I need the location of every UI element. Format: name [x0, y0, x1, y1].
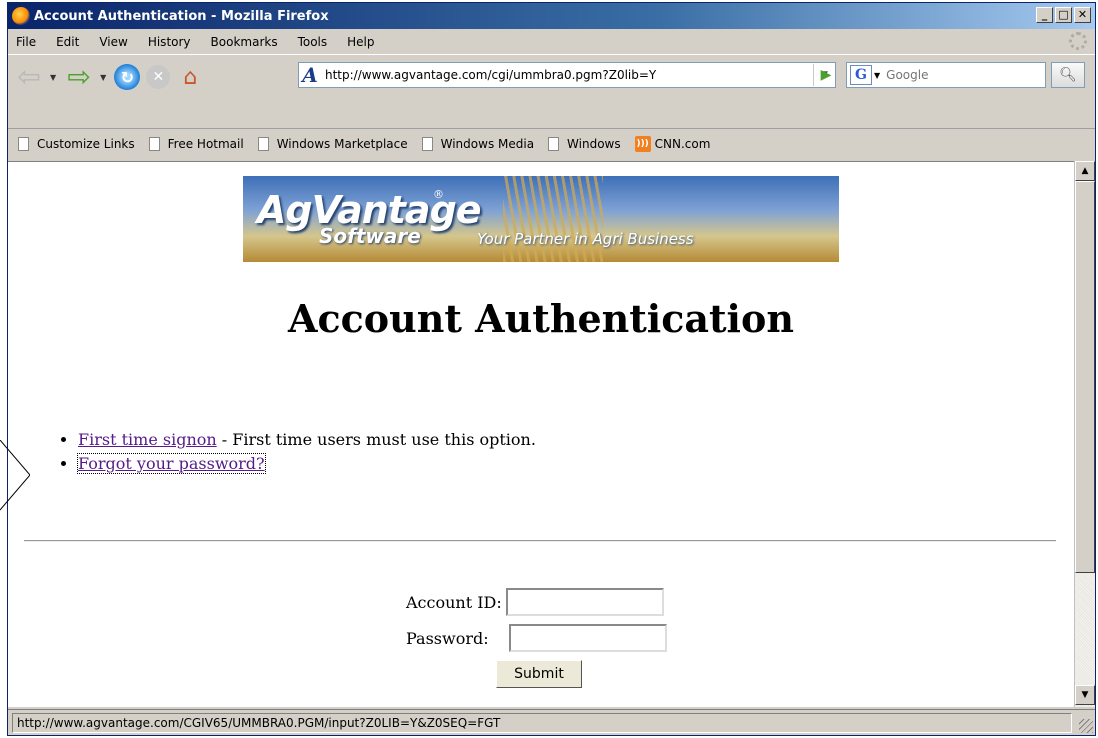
- bookmark-customize-links[interactable]: Customize Links: [18, 137, 135, 151]
- home-icon[interactable]: ⌂: [176, 64, 204, 90]
- navigation-toolbar: ⇦ ▼ ⇨ ▼ ↻ ✕ ⌂ A http://www.agvantage.com…: [8, 54, 1095, 130]
- banner-software: Software: [319, 224, 421, 248]
- bookmark-windows[interactable]: Windows: [548, 137, 621, 151]
- bookmark-windows-marketplace[interactable]: Windows Marketplace: [257, 137, 408, 151]
- menu-view[interactable]: View: [99, 35, 127, 49]
- banner-tagline: Your Partner in Agri Business: [477, 230, 694, 248]
- password-row: Password:: [406, 624, 667, 652]
- search-bar: G ▼: [846, 62, 1046, 88]
- title-bar: Account Authentication - Mozilla Firefox…: [8, 3, 1095, 29]
- account-id-field[interactable]: [505, 588, 664, 616]
- google-icon[interactable]: G: [850, 65, 872, 85]
- list-item: First time signon - First time users mus…: [78, 428, 536, 452]
- menu-bar: File Edit View History Bookmarks Tools H…: [8, 29, 1095, 54]
- page-icon: [548, 137, 560, 151]
- bookmark-label: Windows Marketplace: [276, 137, 408, 151]
- options-list: First time signon - First time users mus…: [58, 428, 536, 476]
- menu-edit[interactable]: Edit: [56, 35, 79, 49]
- password-field[interactable]: [508, 624, 667, 652]
- url-text[interactable]: http://www.agvantage.com/cgi/ummbra0.pgm…: [321, 68, 813, 82]
- menu-history[interactable]: History: [148, 35, 191, 49]
- page-title: Account Authentication: [288, 296, 794, 341]
- forgot-password-link[interactable]: Forgot your password?: [77, 453, 266, 474]
- status-text: http://www.agvantage.com/CGIV65/UMMBRA0.…: [12, 712, 1072, 733]
- firefox-icon: [12, 7, 30, 25]
- go-button-icon[interactable]: ▶: [814, 63, 838, 87]
- pointer-cursor-icon: [0, 440, 30, 511]
- maximize-button[interactable]: □: [1055, 7, 1072, 23]
- bookmark-label: Windows Media: [440, 137, 535, 151]
- browser-window: Account Authentication - Mozilla Firefox…: [7, 2, 1096, 736]
- submit-button[interactable]: Submit: [496, 660, 582, 688]
- search-engine-dropdown-icon[interactable]: ▼: [874, 71, 880, 80]
- rss-icon: ))): [634, 136, 651, 152]
- vertical-scrollbar[interactable]: ▲ ▼: [1074, 161, 1095, 707]
- back-arrow-icon[interactable]: ⇦: [14, 63, 44, 91]
- divider: [24, 540, 1056, 542]
- forward-arrow-icon[interactable]: ⇨: [64, 63, 94, 91]
- bookmark-label: Customize Links: [37, 137, 135, 151]
- stop-icon[interactable]: ✕: [146, 65, 171, 89]
- back-history-dropdown-icon[interactable]: ▼: [50, 73, 56, 82]
- account-id-label: Account ID:: [406, 592, 502, 612]
- reload-icon[interactable]: ↻: [114, 64, 141, 90]
- page-icon: [148, 137, 160, 151]
- url-bar[interactable]: A http://www.agvantage.com/cgi/ummbra0.p…: [298, 62, 836, 88]
- throbber-icon: [1069, 32, 1087, 50]
- menu-tools[interactable]: Tools: [298, 35, 328, 49]
- bookmark-free-hotmail[interactable]: Free Hotmail: [148, 137, 244, 151]
- resize-grip-icon[interactable]: [1079, 719, 1093, 733]
- forward-history-dropdown-icon[interactable]: ▼: [100, 73, 106, 82]
- first-time-description: - First time users must use this option.: [216, 430, 536, 449]
- search-input[interactable]: [884, 67, 1025, 83]
- first-time-signon-link[interactable]: First time signon: [78, 430, 217, 449]
- nav-buttons: ⇦ ▼ ⇨ ▼ ↻ ✕ ⌂: [14, 58, 210, 96]
- password-label: Password:: [406, 628, 489, 648]
- scroll-up-icon[interactable]: ▲: [1075, 161, 1095, 181]
- bookmark-label: Free Hotmail: [167, 137, 244, 151]
- bookmark-cnn[interactable]: ))) CNN.com: [634, 136, 711, 152]
- minimize-button[interactable]: _: [1036, 7, 1053, 23]
- menu-help[interactable]: Help: [347, 35, 374, 49]
- scroll-down-icon[interactable]: ▼: [1075, 685, 1095, 705]
- wheat-graphic: [503, 176, 603, 262]
- list-item: Forgot your password?: [77, 452, 536, 476]
- bookmark-windows-media[interactable]: Windows Media: [421, 137, 535, 151]
- menu-file[interactable]: File: [16, 35, 36, 49]
- account-row: Account ID:: [406, 588, 664, 616]
- page-icon: [18, 137, 29, 151]
- close-button[interactable]: ✕: [1074, 7, 1091, 23]
- window-title: Account Authentication - Mozilla Firefox: [34, 8, 329, 24]
- bookmark-label: Windows: [567, 137, 621, 151]
- site-icon: A: [302, 63, 318, 87]
- page-content: AgVantage ® Software Your Partner in Agr…: [8, 161, 1074, 707]
- page-icon: [421, 137, 433, 151]
- window-controls: _ □ ✕: [1036, 7, 1091, 23]
- page-icon: [257, 137, 269, 151]
- banner-registered-mark: ®: [433, 188, 444, 201]
- search-go-icon[interactable]: 🔍︎: [1051, 62, 1085, 88]
- bookmark-label: CNN.com: [654, 137, 711, 151]
- agvantage-banner: AgVantage ® Software Your Partner in Agr…: [243, 176, 839, 262]
- status-bar: http://www.agvantage.com/CGIV65/UMMBRA0.…: [8, 709, 1095, 735]
- bookmarks-toolbar: Customize Links Free Hotmail Windows Mar…: [8, 128, 1095, 159]
- menu-bookmarks[interactable]: Bookmarks: [211, 35, 278, 49]
- scroll-thumb[interactable]: [1075, 181, 1095, 573]
